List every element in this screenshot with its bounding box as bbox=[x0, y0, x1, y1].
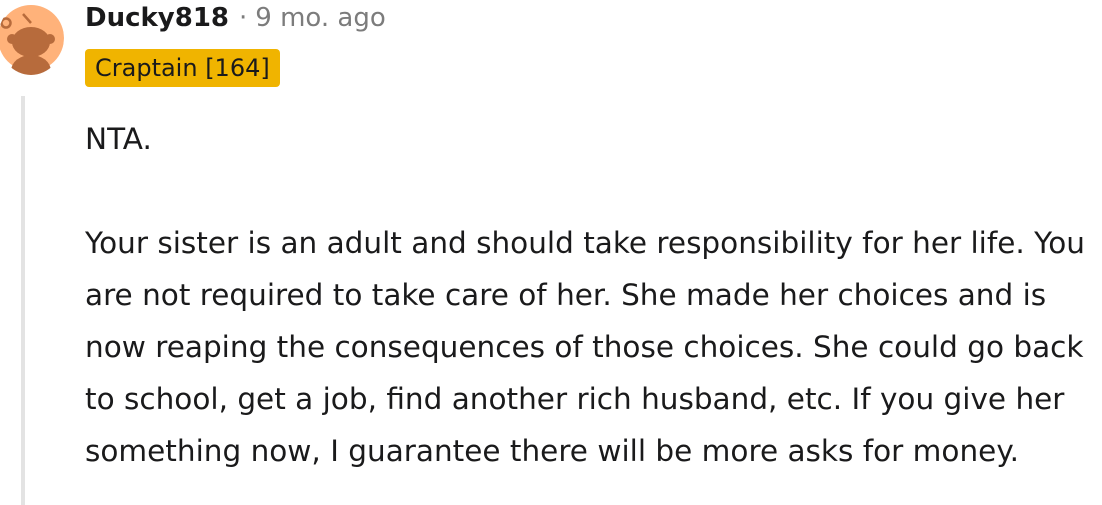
comment-meta: Ducky818 · 9 mo. ago bbox=[85, 0, 386, 36]
snoo-avatar-icon[interactable] bbox=[0, 1, 64, 75]
meta-separator: · bbox=[239, 3, 248, 33]
author-name[interactable]: Ducky818 bbox=[85, 0, 229, 36]
user-flair: Craptain [164] bbox=[85, 49, 280, 87]
comment-body: NTA. Your sister is an adult and should … bbox=[85, 113, 1097, 505]
comment: Ducky818 · 9 mo. ago Craptain [164] NTA.… bbox=[0, 0, 1102, 505]
comment-paragraph: Your sister is an adult and should take … bbox=[85, 226, 1086, 468]
thread-line[interactable] bbox=[21, 96, 25, 505]
comment-paragraph: NTA. bbox=[85, 122, 152, 156]
timestamp[interactable]: 9 mo. ago bbox=[255, 0, 385, 36]
